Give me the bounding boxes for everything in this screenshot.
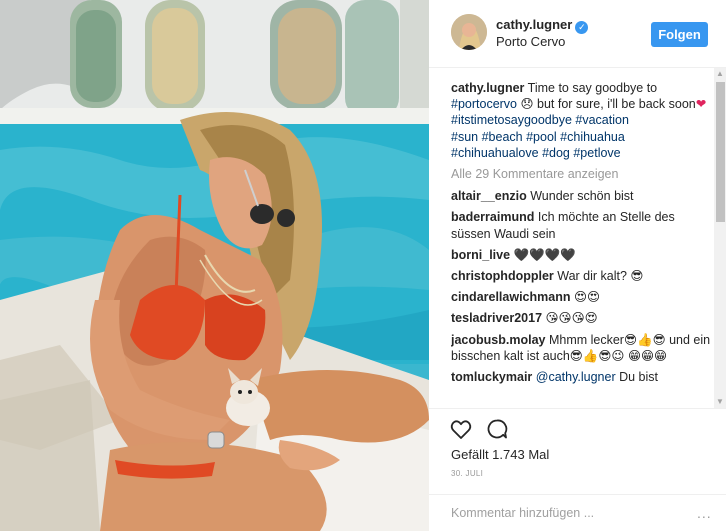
likes-count[interactable]: Gefällt 1.743 Mal xyxy=(451,447,549,462)
verified-check-icon: ✓ xyxy=(575,21,589,34)
avatar[interactable] xyxy=(451,14,487,50)
comment-text: 🖤🖤🖤🖤 xyxy=(513,247,576,262)
comment-username[interactable]: christophdoppler xyxy=(451,269,554,283)
comment-item: tomluckymair @cathy.lugner Du bist xyxy=(451,369,713,385)
comment-username[interactable]: cindarellawichmann xyxy=(451,290,570,304)
comment-username[interactable]: tomluckymair xyxy=(451,370,532,384)
post-image xyxy=(0,0,429,531)
comment-username[interactable]: baderraimund xyxy=(451,210,534,224)
comment-item: altair__enzio Wunder schön bist xyxy=(451,188,713,204)
speech-bubble-icon[interactable] xyxy=(485,417,509,441)
comment-username[interactable]: tesladriver2017 xyxy=(451,311,542,325)
caption-text: but for sure, i'll be back soon xyxy=(537,97,696,112)
comment-item: tesladriver2017 😘😘😘😍 xyxy=(451,310,713,326)
add-comment-bar: ... xyxy=(429,494,726,531)
scroll-down-arrow-icon[interactable]: ▼ xyxy=(716,398,724,406)
hashtag-link[interactable]: #chihuahualove xyxy=(451,146,539,160)
post-photo[interactable] xyxy=(0,0,429,531)
mention-link[interactable]: @cathy.lugner xyxy=(536,370,616,384)
hashtag-link[interactable]: #portocervo xyxy=(451,97,517,111)
avatar-image xyxy=(451,14,487,50)
post-side-panel: cathy.lugner ✓ Porto Cervo Folgen cathy.l… xyxy=(429,0,726,531)
comment-item: borni_live 🖤🖤🖤🖤 xyxy=(451,247,713,263)
comment-text: 😘😘😘😍 xyxy=(545,311,598,326)
post-date[interactable]: 30. JULI xyxy=(451,469,483,478)
hashtag-link[interactable]: #dog xyxy=(542,146,570,160)
comment-item: jacobusb.molay Mhmm lecker😎👍😎 und ein bi… xyxy=(451,332,713,364)
follow-button[interactable]: Folgen xyxy=(651,22,708,47)
comment-text: Du bist xyxy=(619,370,659,385)
instagram-post-dialog: cathy.lugner ✓ Porto Cervo Folgen cathy.l… xyxy=(0,0,726,531)
comment-item: christophdoppler War dir kalt? 😎 xyxy=(451,268,713,284)
comment-item: cindarellawichmann 😍😍 xyxy=(451,289,713,305)
hashtag-link[interactable]: #beach xyxy=(482,130,523,144)
comment-input[interactable] xyxy=(451,503,691,523)
load-more-comments[interactable]: Alle 29 Kommentare anzeigen xyxy=(451,166,713,182)
comment-username[interactable]: jacobusb.molay xyxy=(451,333,545,347)
hashtag-link[interactable]: #pool xyxy=(526,130,557,144)
post-username[interactable]: cathy.lugner ✓ xyxy=(496,17,589,34)
post-location[interactable]: Porto Cervo xyxy=(496,34,565,49)
caption: cathy.lugner Time to say goodbye to #por… xyxy=(451,80,713,161)
comment-username[interactable]: borni_live xyxy=(451,248,510,262)
comment-item: baderraimund Ich möchte an Stelle des sü… xyxy=(451,209,713,241)
hashtag-link[interactable]: #itstimetosaygoodbye xyxy=(451,113,572,127)
post-header: cathy.lugner ✓ Porto Cervo Folgen xyxy=(429,0,726,68)
hashtag-link[interactable]: #sun xyxy=(451,130,478,144)
more-options-icon[interactable]: ... xyxy=(697,505,712,521)
scroll-up-arrow-icon[interactable]: ▲ xyxy=(716,70,724,78)
heart-outline-icon[interactable] xyxy=(449,417,473,441)
comment-text: 😍😍 xyxy=(573,290,601,305)
comments-list: cathy.lugner Time to say goodbye to #por… xyxy=(451,80,713,406)
post-actions: Gefällt 1.743 Mal 30. JULI xyxy=(429,408,726,493)
hashtag-link[interactable]: #petlove xyxy=(573,146,620,160)
heart-emoji: ❤ xyxy=(695,97,707,112)
hashtag-link[interactable]: #vacation xyxy=(575,113,629,127)
comment-text: Wunder schön bist xyxy=(530,189,634,204)
hashtag-link[interactable]: #chihuahua xyxy=(560,130,625,144)
scrollbar-thumb[interactable] xyxy=(716,82,725,222)
username-text[interactable]: cathy.lugner xyxy=(496,17,572,32)
comment-text: War dir kalt? 😎 xyxy=(557,269,644,284)
comment-username[interactable]: altair__enzio xyxy=(451,189,527,203)
caption-text: Time to say goodbye to xyxy=(527,81,658,95)
caption-username[interactable]: cathy.lugner xyxy=(451,81,524,95)
emoji: 😞 xyxy=(520,97,534,112)
